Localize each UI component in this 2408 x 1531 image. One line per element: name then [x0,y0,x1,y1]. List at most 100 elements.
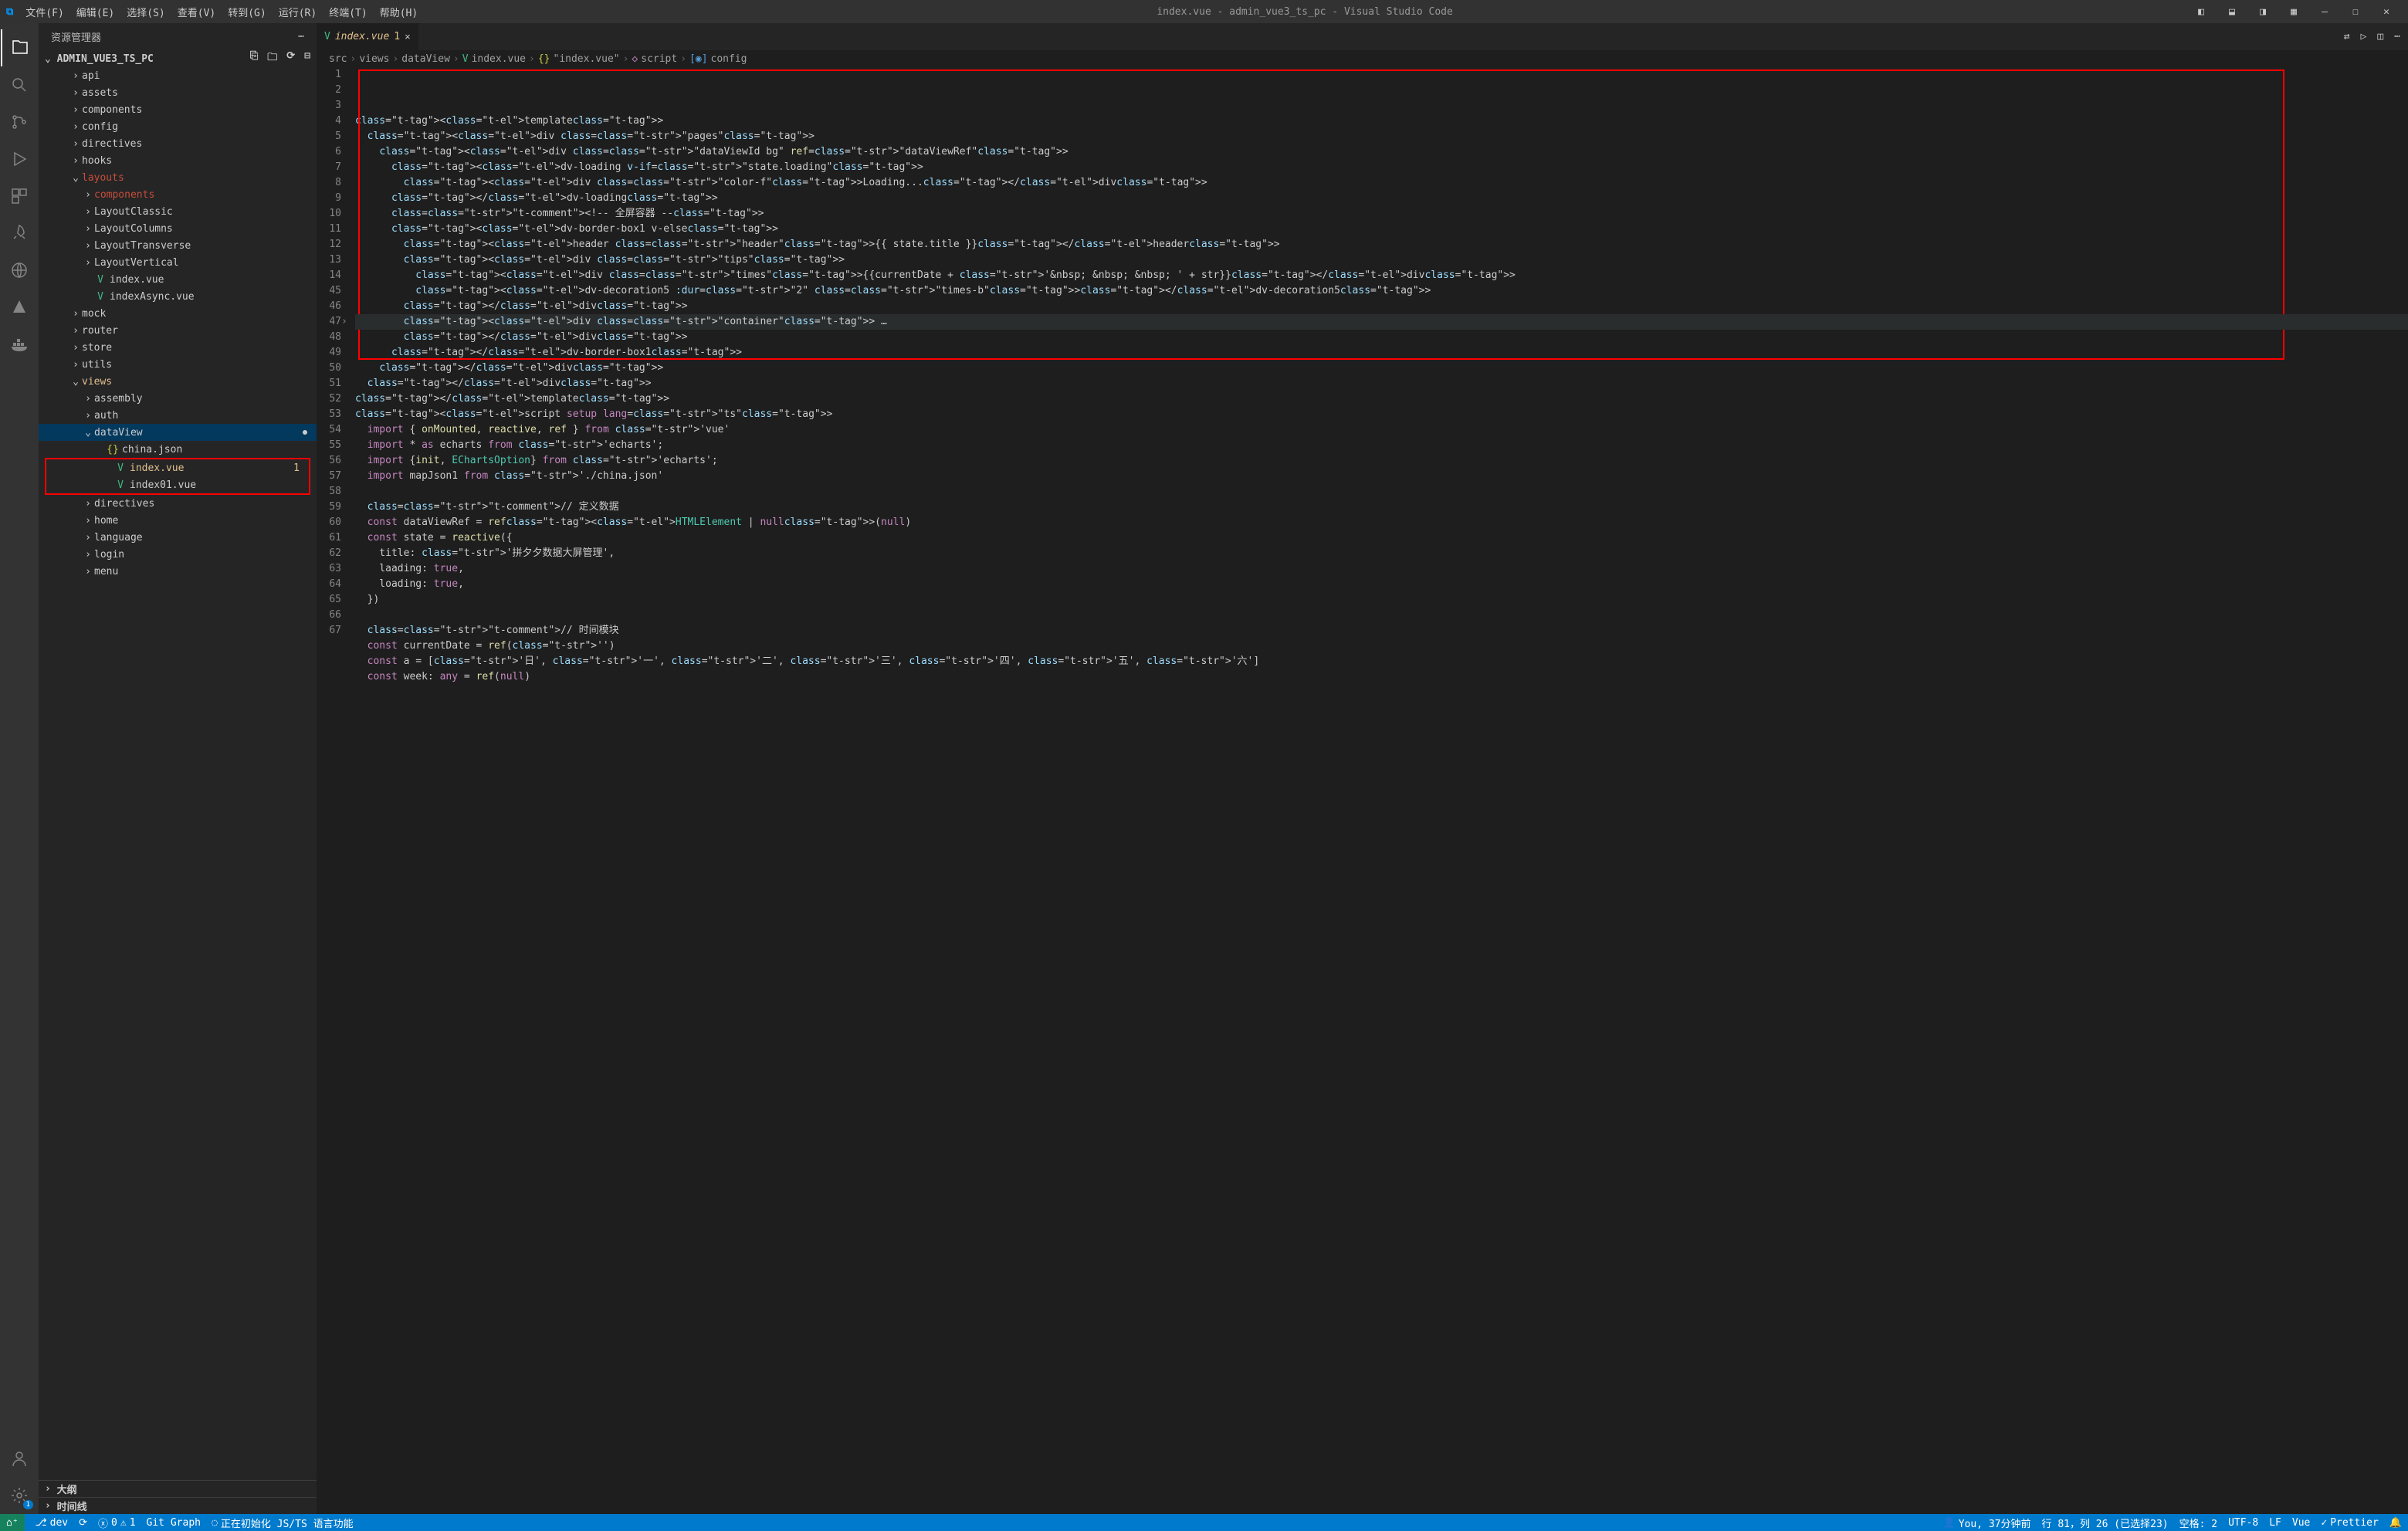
menu-help[interactable]: 帮助(H) [374,5,424,19]
window-minimize-icon[interactable]: ― [2309,6,2340,18]
code-line[interactable]: loading: true, [355,577,2408,592]
breadcrumb-item[interactable]: index.vue [472,53,526,65]
tree-item[interactable]: Vindex.vue1 [46,459,309,476]
tree-item[interactable]: ›components [39,186,317,203]
tree-item[interactable]: ›menu [39,563,317,580]
blame-info[interactable]: 👤 You, 37分钟前 [1943,1516,2031,1530]
code-line[interactable]: class="t-tag"><class="t-el">div class=cl… [355,268,2408,283]
code-line[interactable]: class="t-tag"><class="t-el">div class=cl… [355,314,2408,330]
tree-item[interactable]: ›assets [39,84,317,101]
git-graph[interactable]: Git Graph [147,1517,201,1529]
code-line[interactable]: title: class="t-str">'拼夕夕数据大屏管理', [355,546,2408,561]
menu-goto[interactable]: 转到(G) [222,5,272,19]
code-line[interactable]: class="t-tag"><class="t-el">div class=cl… [355,175,2408,191]
code-line[interactable]: const state = reactive({ [355,530,2408,546]
fold-icon[interactable]: › [341,314,347,330]
breadcrumbs[interactable]: src› views› dataView› V index.vue› {} "i… [317,50,2408,67]
tree-item[interactable]: ›LayoutColumns [39,220,317,237]
tree-item[interactable]: Vindex.vue [39,271,317,288]
new-file-icon[interactable]: ⎘ [250,50,258,67]
search-nav-icon[interactable] [1,66,38,103]
menu-select[interactable]: 选择(S) [120,5,171,19]
code-line[interactable]: }) [355,592,2408,608]
code-line[interactable]: class="t-tag"><class="t-el">header class… [355,237,2408,252]
menu-view[interactable]: 查看(V) [171,5,222,19]
menu-file[interactable]: 文件(F) [19,5,69,19]
code-line[interactable]: class="t-tag"><class="t-el">div class=cl… [355,144,2408,160]
menu-terminal[interactable]: 终端(T) [323,5,373,19]
breadcrumb-item[interactable]: dataView [401,53,450,65]
code-line[interactable]: class="t-tag"></class="t-el">divclass="t… [355,376,2408,391]
sync-icon[interactable]: ⟳ [79,1517,87,1529]
editor-tab[interactable]: V index.vue 1 × [317,23,419,50]
breadcrumb-item[interactable]: script [641,53,677,65]
code-line[interactable]: laading: true, [355,561,2408,577]
tree-item[interactable]: VindexAsync.vue [39,288,317,305]
code-line[interactable]: class="t-tag"></class="t-el">templatecla… [355,391,2408,407]
eol[interactable]: LF [2269,1517,2281,1529]
breadcrumb-item[interactable]: src [329,53,347,65]
menu-edit[interactable]: 编辑(E) [70,5,120,19]
breadcrumb-item[interactable]: views [359,53,389,65]
ts-status[interactable]: ◌ 正在初始化 JS/TS 语言功能 [212,1516,354,1530]
language-mode[interactable]: Vue [2292,1517,2310,1529]
code-line[interactable]: class="t-tag"><class="t-el">div class=cl… [355,129,2408,144]
window-close-icon[interactable]: ✕ [2371,6,2402,18]
tree-item[interactable]: ›directives [39,135,317,152]
window-maximize-icon[interactable]: ☐ [2340,6,2371,18]
code-line[interactable]: class="t-tag"><class="t-el">div class=cl… [355,252,2408,268]
tree-item[interactable]: ›config [39,118,317,135]
more-actions-icon[interactable]: ⋯ [298,31,304,42]
tree-item[interactable]: ›directives [39,495,317,512]
tree-item[interactable]: ›auth [39,407,317,424]
prettier[interactable]: ✓ Prettier [2321,1517,2378,1529]
code-line[interactable]: class="t-tag"></class="t-el">divclass="t… [355,330,2408,345]
tree-item[interactable]: ›router [39,322,317,339]
code-line[interactable]: class=class="t-str">"t-comment">// 定义数据 [355,500,2408,515]
code-line[interactable]: class="t-tag"><class="t-el">script setup… [355,407,2408,422]
remote-indicator[interactable]: ⌂⁺ [0,1514,25,1531]
account-icon[interactable] [1,1440,38,1477]
tree-item[interactable]: ›LayoutTransverse [39,237,317,254]
breadcrumb-item[interactable]: config [711,53,747,65]
refresh-icon[interactable]: ⟳ [286,50,295,67]
tree-item[interactable]: ›login [39,546,317,563]
tree-item[interactable]: ›LayoutClassic [39,203,317,220]
code-line[interactable]: class="t-tag"></class="t-el">dv-border-b… [355,345,2408,361]
code-line[interactable]: class=class="t-str">"t-comment"><!-- 全屏容… [355,206,2408,222]
notifications-icon[interactable]: 🔔 [2389,1517,2402,1529]
tree-item[interactable]: ›language [39,529,317,546]
docker-icon[interactable] [1,326,38,363]
bell-icon[interactable] [1,289,38,326]
tree-item[interactable]: ⌄views [39,373,317,390]
remote-explorer-icon[interactable] [1,252,38,289]
tab-close-icon[interactable]: × [405,31,411,42]
layout-panel-icon[interactable]: ⬓ [2217,6,2247,18]
code-line[interactable]: class="t-tag"><class="t-el">dv-border-bo… [355,222,2408,237]
tree-item[interactable]: ⌄layouts [39,169,317,186]
code-line[interactable]: class="t-tag"><class="t-el">templateclas… [355,113,2408,129]
code-line[interactable] [355,608,2408,623]
chevron-right-icon[interactable]: › [45,1483,57,1495]
code-line[interactable] [355,484,2408,500]
code-content[interactable]: class="t-tag"><class="t-el">templateclas… [355,67,2408,1514]
code-line[interactable]: import {init, EChartsOption} from class=… [355,453,2408,469]
code-line[interactable]: import { onMounted, reactive, ref } from… [355,422,2408,438]
code-line[interactable]: class="t-tag"></class="t-el">divclass="t… [355,361,2408,376]
tree-item[interactable]: ›components [39,101,317,118]
code-line[interactable]: const a = [class="t-str">'日', class="t-s… [355,654,2408,669]
tree-item[interactable]: ⌄dataView [39,424,317,441]
encoding[interactable]: UTF-8 [2228,1517,2258,1529]
code-editor[interactable]: 1234567891011121314454647484950515253545… [317,67,2408,1514]
menu-run[interactable]: 运行(R) [273,5,323,19]
code-line[interactable]: import * as echarts from class="t-str">'… [355,438,2408,453]
tree-item[interactable]: ›store [39,339,317,356]
chevron-down-icon[interactable]: ⌄ [45,53,57,65]
rocket-icon[interactable] [1,215,38,252]
code-line[interactable]: class="t-tag"><class="t-el">dv-loading v… [355,160,2408,175]
explorer-icon[interactable] [1,29,38,66]
code-line[interactable]: const week: any = ref(null) [355,669,2408,685]
git-branch[interactable]: ⎇ dev [36,1517,68,1529]
tree-item[interactable]: ›api [39,67,317,84]
cursor-position[interactable]: 行 81，列 26 (已选择23) [2042,1516,2169,1530]
